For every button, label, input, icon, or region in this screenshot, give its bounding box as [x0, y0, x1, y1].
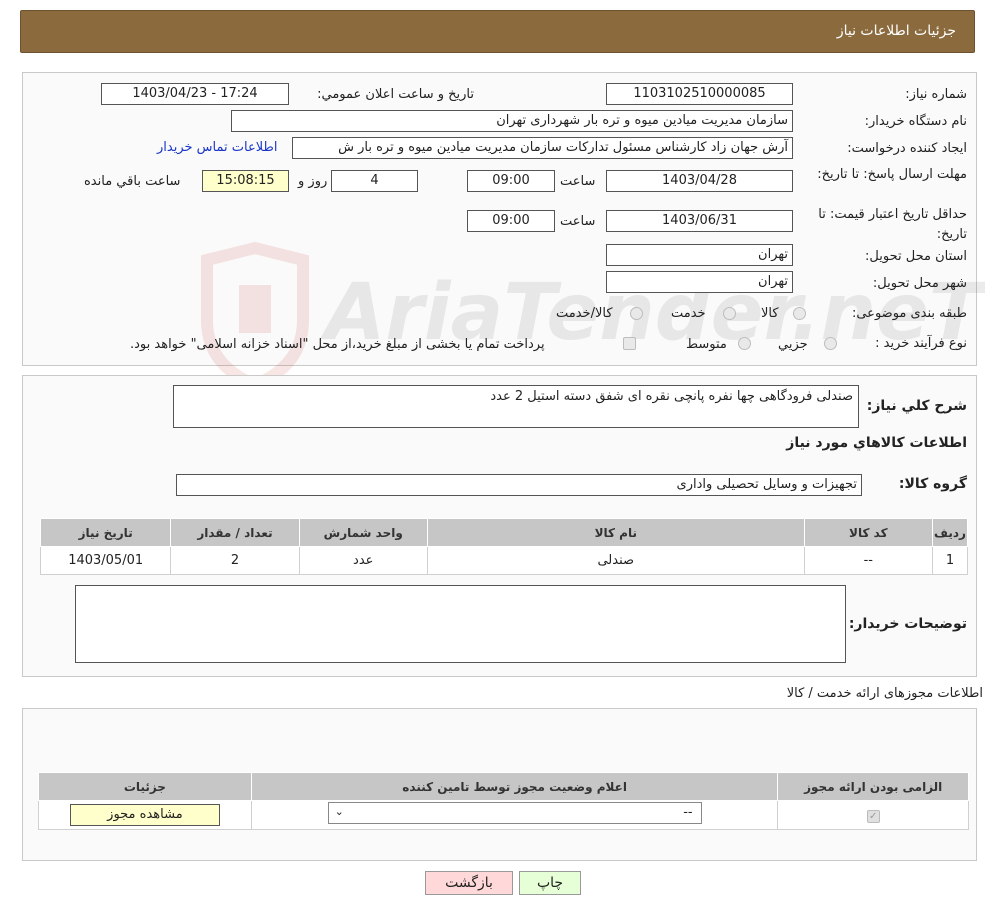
need-number-field: 1103102510000085 [606, 83, 793, 105]
city-label: شهر محل تحويل: [872, 276, 967, 291]
license-status-select[interactable]: ⌄ -- [327, 802, 702, 824]
category-option-service: خدمت [671, 306, 706, 321]
buyer-org-field: سازمان مدیریت میادین میوه و تره بار شهرد… [231, 110, 793, 132]
license-required-cell: ✓ [777, 800, 969, 830]
col-qty: تعداد / مقدار [170, 518, 300, 547]
col-license-status: اعلام وضعیت مجوز توسط تامین کننده [250, 772, 779, 801]
goods-group-label: گروه کالا: [898, 476, 967, 492]
category-radio-service[interactable] [723, 307, 736, 320]
announce-field: 1403/04/23 - 17:24 [101, 83, 289, 105]
creator-field: آرش جهان زاد کارشناس مسئول تدارکات سازما… [292, 137, 793, 159]
process-option-minor: جزيي [778, 337, 808, 352]
license-status-value: -- [683, 805, 693, 820]
cell-qty: 2 [170, 546, 300, 575]
license-title: اطلاعات مجوزهای ارائه خدمت / کالا [786, 686, 983, 701]
payment-checkbox[interactable] [623, 337, 636, 350]
view-license-button[interactable]: مشاهده مجوز [69, 804, 220, 826]
license-table: الزامی بودن ارائه مجوز اعلام وضعیت مجوز … [38, 772, 969, 830]
license-status-cell: ⌄ -- [250, 800, 779, 830]
payment-note: پرداخت تمام يا بخشی از مبلغ خريد،از محل … [130, 337, 545, 352]
category-radio-goods-service[interactable] [630, 307, 643, 320]
items-table: رديف کد کالا نام کالا واحد شمارش تعداد /… [39, 518, 969, 575]
province-label: استان محل تحويل: [865, 249, 967, 264]
validity-date-field: 1403/06/31 [606, 210, 793, 232]
process-option-medium: متوسط [686, 337, 727, 352]
items-table-header: رديف کد کالا نام کالا واحد شمارش تعداد /… [39, 518, 969, 547]
table-row: 1 -- صندلی عدد 2 1403/05/01 [39, 546, 969, 575]
province-field: تهران [606, 244, 793, 266]
days-label: روز و [298, 174, 328, 189]
category-option-goods-service: کالا/خدمت [556, 306, 613, 321]
buyer-notes-label: توضيحات خريدار: [848, 616, 967, 632]
category-radio-goods[interactable] [793, 307, 806, 320]
process-radio-minor[interactable] [824, 337, 837, 350]
reply-deadline-label: مهلت ارسال پاسخ: تا تاریخ: [817, 167, 967, 182]
col-code: کد کالا [803, 518, 933, 547]
license-details-cell: مشاهده مجوز [38, 800, 252, 830]
col-date: تاريخ نياز [39, 518, 172, 547]
description-text: صندلی فرودگاهی چها نفره پانچی نقره ای شف… [490, 389, 853, 404]
page-title: جزئیات اطلاعات نیاز [836, 23, 956, 39]
chevron-down-icon: ⌄ [334, 805, 344, 818]
cell-code: -- [803, 546, 933, 575]
page-header: جزئیات اطلاعات نیاز [20, 10, 975, 53]
process-label: نوع فرآيند خريد : [875, 336, 967, 351]
goods-group-field: تجهیزات و وسایل تحصیلی واداری [176, 474, 862, 496]
buyer-notes-textarea[interactable] [75, 585, 846, 663]
license-required-checkbox: ✓ [866, 809, 880, 823]
reply-time-field: 09:00 [467, 170, 555, 192]
category-label: طبقه بندی موضوعی: [851, 306, 967, 321]
cell-unit: عدد [298, 546, 428, 575]
remaining-time-field: 15:08:15 [202, 170, 289, 192]
col-row: رديف [931, 518, 969, 547]
buyer-contact-link[interactable]: اطلاعات تماس خريدار [157, 140, 277, 155]
need-number-label: شماره نیاز: [905, 87, 967, 102]
buyer-org-label: نام دستگاه خريدار: [864, 114, 967, 129]
days-field: 4 [331, 170, 418, 192]
col-license-details: جزئیات [38, 772, 252, 801]
table-row: ✓ ⌄ -- مشاهده مجوز [38, 800, 969, 830]
creator-label: ايجاد کننده درخواست: [847, 141, 967, 156]
print-button[interactable]: چاپ [519, 871, 581, 895]
col-license-required: الزامی بودن ارائه مجوز [777, 772, 969, 801]
license-table-header: الزامی بودن ارائه مجوز اعلام وضعیت مجوز … [38, 772, 969, 801]
validity-time-label: ساعت [560, 214, 596, 229]
reply-date-field: 1403/04/28 [606, 170, 793, 192]
city-field: تهران [606, 271, 793, 293]
category-option-goods: کالا [761, 306, 779, 321]
cell-row: 1 [931, 546, 969, 575]
description-textarea[interactable]: صندلی فرودگاهی چها نفره پانچی نقره ای شف… [173, 385, 859, 428]
price-validity-label: حداقل تاريخ اعتبار قيمت: تا تاريخ: [818, 207, 967, 242]
cell-name: صندلی [426, 546, 805, 575]
cell-date: 1403/05/01 [39, 546, 172, 575]
col-name: نام کالا [426, 518, 805, 547]
process-radio-medium[interactable] [738, 337, 751, 350]
validity-time-field: 09:00 [467, 210, 555, 232]
col-unit: واحد شمارش [298, 518, 428, 547]
description-label: شرح کلي نياز: [866, 398, 967, 414]
back-button[interactable]: بازگشت [425, 871, 513, 895]
goods-info-title: اطلاعات کالاهاي مورد نياز [786, 435, 967, 451]
announce-label: تاریخ و ساعت اعلان عمومي: [317, 87, 474, 102]
reply-time-label: ساعت [560, 174, 596, 189]
remaining-label: ساعت باقي مانده [84, 174, 181, 189]
